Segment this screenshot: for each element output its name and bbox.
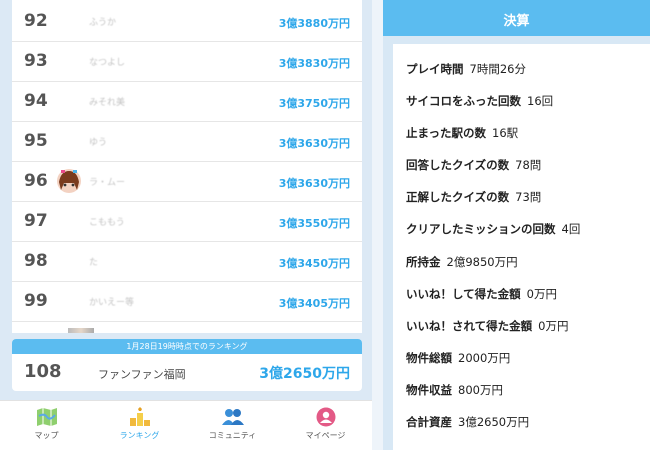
ranking-row[interactable]: 93 なつよし 3億3830万円 (12, 42, 362, 82)
player-name: こももう (89, 218, 125, 228)
settlement-header: 決算 (383, 0, 650, 36)
nav-community[interactable]: コミュニティ (186, 401, 279, 450)
player-money: 3億3630万円 (278, 177, 350, 190)
stat-label: サイコロをふった回数 (406, 94, 521, 108)
ranking-row[interactable]: 95 ゆう 3億3630万円 (12, 122, 362, 162)
ranking-row[interactable]: 97 こももう 3億3550万円 (12, 202, 362, 242)
player-money: 3億3405万円 (278, 297, 350, 310)
stat-value: 78問 (515, 158, 542, 172)
player-money: 3億3550万円 (278, 217, 350, 230)
stat-row: いいね！して得た金額 0万円 (406, 286, 557, 302)
stat-row: いいね！されて得た金額 0万円 (406, 318, 568, 334)
stat-label: 物件収益 (406, 383, 452, 397)
ranking-row[interactable]: 99 かいえー等 3億3405万円 (12, 282, 362, 322)
rank-number: 94 (24, 91, 48, 111)
stat-value: 4回 (561, 222, 581, 236)
my-rank-number: 108 (24, 361, 62, 382)
rank-number: 95 (24, 131, 48, 151)
ranking-timestamp-banner: 1月28日19時時点でのランキング (12, 339, 362, 354)
stat-label: クリアしたミッションの回数 (406, 222, 556, 236)
panel-divider (372, 0, 383, 450)
stat-value: 2000万円 (458, 351, 511, 365)
rank-number: 98 (24, 251, 48, 271)
player-money: 3億3750万円 (278, 97, 350, 110)
stat-row: サイコロをふった回数 16回 (406, 93, 553, 109)
rank-number: 97 (24, 211, 48, 231)
stat-row: 止まった駅の数 16駅 (406, 125, 518, 141)
nav-map[interactable]: マップ (0, 401, 93, 450)
stat-value: 2億9850万円 (446, 255, 518, 269)
player-name: ふうか (89, 18, 117, 28)
settlement-title: 決算 (503, 14, 530, 29)
ranking-row[interactable]: 94 みそれ美 3億3750万円 (12, 82, 362, 122)
community-people-icon (222, 409, 244, 425)
stat-row: クリアしたミッションの回数 4回 (406, 221, 580, 237)
player-money: 3億3630万円 (278, 137, 350, 150)
stat-row: プレイ時間 7時間26分 (406, 61, 526, 77)
ranking-row[interactable]: 96 ラ・ムー 3億3630万円 (12, 162, 362, 202)
nav-ranking[interactable]: ランキング (93, 401, 186, 450)
stat-row: 物件総額 2000万円 (406, 350, 510, 366)
player-name: なつよし (89, 58, 126, 68)
stat-label: 合計資産 (406, 415, 452, 429)
player-money: 3億3830万円 (278, 57, 350, 70)
player-name: かいえー等 (89, 298, 135, 308)
nav-map-label: マップ (34, 431, 59, 440)
ranking-list[interactable]: 92 ふうか 3億3880万円 93 なつよし 3億3830万円 94 みそれ美… (12, 0, 362, 333)
nav-mypage-label: マイページ (305, 431, 346, 440)
mypage-user-icon (316, 407, 336, 427)
settlement-panel: 決算 プレイ時間 7時間26分 サイコロをふった回数 16回 止まった駅の数 16駅 … (383, 0, 650, 450)
bottom-navigation: マップ ランキング コミュニティ マイページ (0, 400, 372, 450)
stat-value: 16回 (527, 94, 554, 108)
stat-label: 物件総額 (406, 351, 452, 365)
stat-row: 正解したクイズの数 73問 (406, 189, 541, 205)
my-ranking-card: 1月28日19時時点でのランキング 108 ファンファン福岡 3億2650万円 (12, 339, 362, 391)
stat-label: いいね！されて得た金額 (406, 319, 533, 333)
player-name: ラ・ムー (89, 178, 126, 188)
map-icon (37, 408, 57, 426)
stat-value: 73問 (515, 190, 542, 204)
stat-value: 16駅 (492, 126, 519, 140)
settlement-stats-card: プレイ時間 7時間26分 サイコロをふった回数 16回 止まった駅の数 16駅 回答し… (393, 44, 650, 450)
stat-row: 所持金 2億9850万円 (406, 254, 518, 270)
stat-value: 800万円 (458, 383, 503, 397)
nav-mypage[interactable]: マイページ (279, 401, 372, 450)
ranking-podium-icon (130, 407, 150, 426)
ranking-row[interactable]: 92 ふうか 3億3880万円 (12, 2, 362, 42)
player-name: みそれ美 (89, 98, 126, 108)
rank-number: 99 (24, 291, 48, 311)
player-name: た (89, 258, 99, 268)
stat-row: 回答したクイズの数 78問 (406, 157, 541, 173)
player-money: 3億3880万円 (278, 17, 350, 30)
avatar-thumbnail-partial (68, 328, 94, 333)
ranking-panel: 92 ふうか 3億3880万円 93 なつよし 3億3830万円 94 みそれ美… (0, 0, 372, 450)
nav-ranking-label: ランキング (119, 431, 160, 440)
stat-label: 所持金 (406, 255, 441, 269)
avatar-icon (57, 169, 81, 193)
rank-number: 93 (24, 51, 48, 71)
my-player-name: ファンファン福岡 (98, 368, 186, 381)
ranking-row[interactable]: 98 た 3億3450万円 (12, 242, 362, 282)
stat-label: プレイ時間 (406, 62, 464, 76)
stat-value: 7時間26分 (469, 62, 526, 76)
rank-number: 92 (24, 11, 48, 31)
stat-value: 0万円 (538, 319, 569, 333)
stat-label: 回答したクイズの数 (406, 158, 510, 172)
stat-value: 0万円 (526, 287, 557, 301)
player-name: ゆう (89, 138, 108, 148)
stat-label: 正解したクイズの数 (406, 190, 510, 204)
stat-row: 物件収益 800万円 (406, 382, 503, 398)
stat-label: 止まった駅の数 (406, 126, 487, 140)
rank-number: 96 (24, 171, 48, 191)
stat-label: いいね！して得た金額 (406, 287, 521, 301)
stat-value: 3億2650万円 (458, 415, 530, 429)
player-money: 3億3450万円 (278, 257, 350, 270)
nav-community-label: コミュニティ (208, 431, 257, 440)
stat-row: 合計資産 3億2650万円 (406, 414, 529, 430)
my-player-money: 3億2650万円 (259, 366, 350, 382)
